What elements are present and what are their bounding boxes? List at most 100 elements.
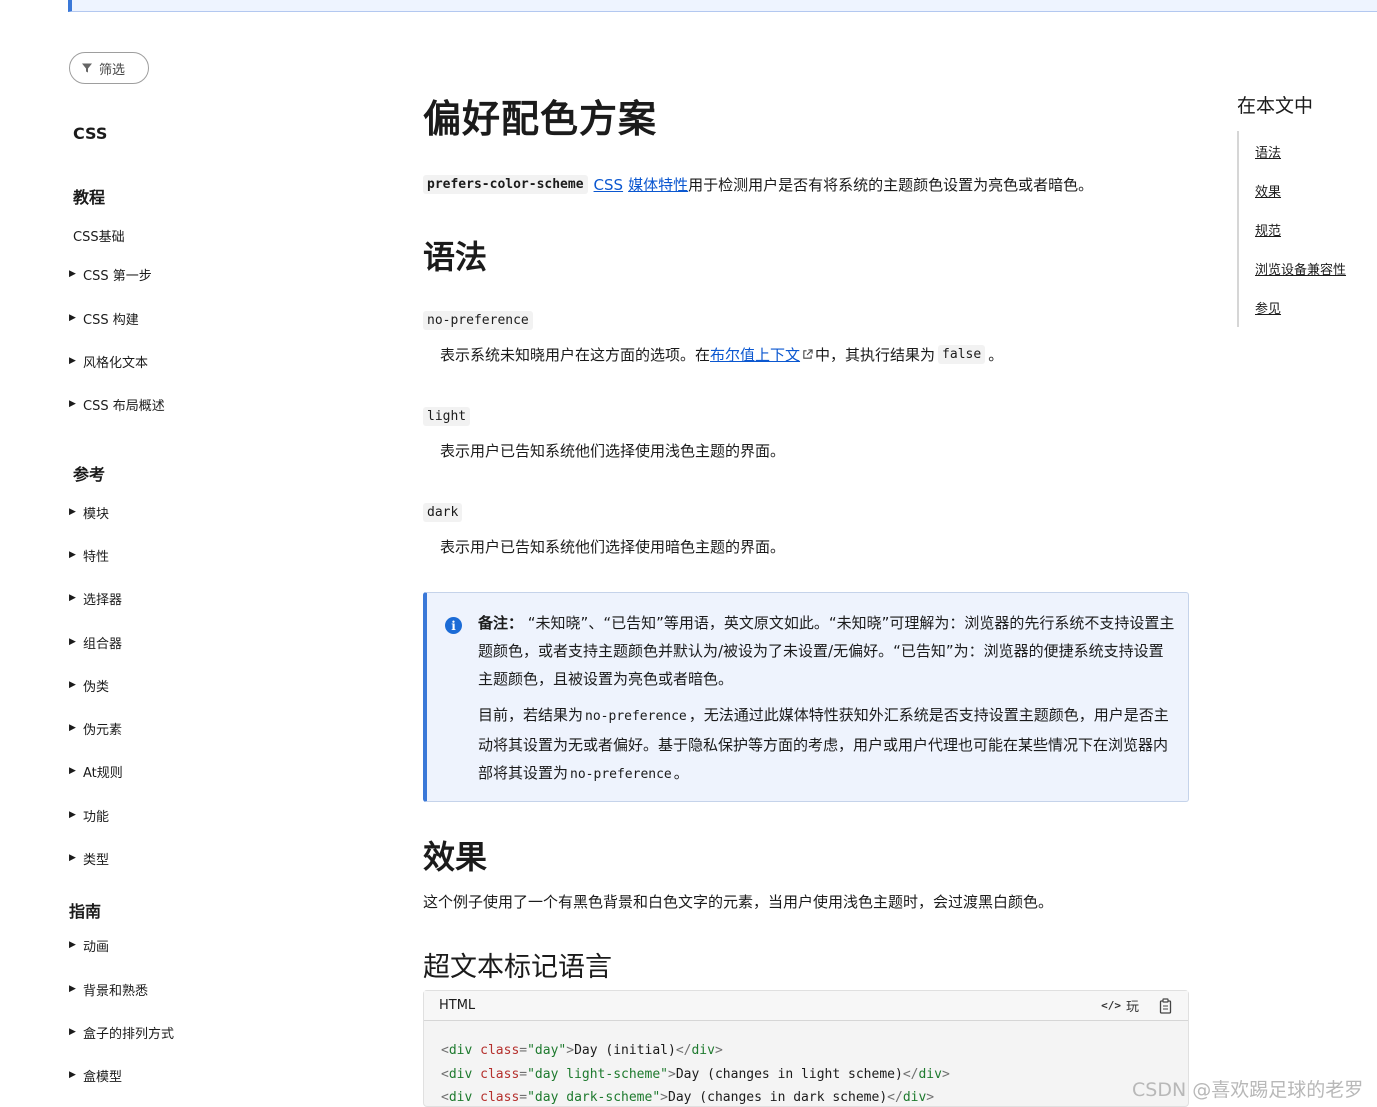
term-code: no-preference (423, 311, 533, 330)
toc-item-specifications[interactable]: 规范 (1255, 220, 1281, 239)
page-title: 偏好配色方案 (423, 97, 658, 141)
note-paragraph-1: 备注： “未知晓”、“已告知”等用语，英文原文如此。“未知晓”可理解为：浏览器的… (478, 609, 1178, 693)
code-example: HTML </> 玩 <div class="day">Day (initial)… (423, 990, 1189, 1107)
note-code: no-preference (570, 767, 672, 782)
code-body: <div class="day">Day (initial)</div> <div… (424, 1021, 1188, 1107)
sidebar-item-selectors[interactable]: ▶ 选择器 (69, 589, 123, 608)
effect-heading: 效果 (423, 838, 488, 876)
sidebar-item-combinators[interactable]: ▶ 组合器 (69, 633, 123, 652)
code-line: <div class="day light-scheme">Day (chang… (441, 1066, 950, 1082)
sidebar-item-pseudo-classes[interactable]: ▶ 伪类 (69, 676, 110, 695)
code-header: HTML </> 玩 (424, 991, 1188, 1021)
sidebar-item-animations[interactable]: ▶ 动画 (69, 936, 109, 955)
toc-item-see-also[interactable]: 参见 (1255, 298, 1281, 317)
sidebar-item-label: At规则 (83, 765, 123, 781)
syntax-heading: 语法 (423, 238, 488, 276)
expand-triangle-icon: ▶ (69, 356, 76, 366)
external-link-icon (803, 349, 813, 359)
toc-item-examples[interactable]: 效果 (1255, 181, 1281, 200)
expand-triangle-icon: ▶ (69, 507, 76, 517)
value-term-no-preference: no-preference (423, 309, 533, 330)
note-label: 备注： (478, 614, 524, 632)
copy-icon[interactable] (1159, 997, 1173, 1014)
intro-paragraph: prefers-color-scheme CSS 媒体特性 用于检测用户是否有将… (423, 174, 1093, 195)
play-label: 玩 (1125, 1000, 1139, 1015)
media-feature-link[interactable]: 媒体特性 (628, 174, 688, 195)
intro-text: 用于检测用户是否有将系统的主题颜色设置为亮色或者暗色。 (688, 176, 1094, 194)
sidebar-item-label: 特性 (83, 549, 110, 565)
filter-icon (82, 63, 92, 73)
code-language-label: HTML (439, 998, 476, 1013)
sidebar-item-styling-text[interactable]: ▶ 风格化文本 (69, 352, 149, 371)
sidebar-item-box-model[interactable]: ▶ 盒模型 (69, 1066, 123, 1085)
sidebar-heading-guides: 指南 (69, 902, 102, 921)
expand-triangle-icon: ▶ (69, 1070, 76, 1080)
expand-triangle-icon: ▶ (69, 399, 76, 409)
sidebar-item-label: 伪类 (83, 679, 110, 695)
expand-triangle-icon: ▶ (69, 593, 76, 603)
sidebar-item-label: 组合器 (83, 636, 123, 652)
sidebar-item-at-rules[interactable]: ▶ At规则 (69, 762, 123, 781)
toc-item-syntax[interactable]: 语法 (1255, 142, 1281, 161)
sidebar-item-label: 伪元素 (83, 722, 123, 738)
expand-triangle-icon: ▶ (69, 810, 76, 820)
expand-triangle-icon: ▶ (69, 313, 76, 323)
expand-triangle-icon: ▶ (69, 1027, 76, 1037)
desc-text: 。 (988, 346, 1004, 364)
expand-triangle-icon: ▶ (69, 940, 76, 950)
filter-button[interactable]: 筛选 (69, 52, 149, 84)
term-code: dark (423, 503, 463, 522)
expand-triangle-icon: ▶ (69, 680, 76, 690)
play-button[interactable]: </> 玩 (1101, 996, 1139, 1015)
effect-paragraph: 这个例子使用了一个有黑色背景和白色文字的元素，当用户使用浅色主题时，会过渡黑白颜… (423, 893, 1054, 911)
sidebar-item-pseudo-elements[interactable]: ▶ 伪元素 (69, 719, 123, 738)
note-text: 目前，若结果为 (478, 706, 584, 724)
toc-rule (1237, 131, 1239, 327)
sidebar-item-properties[interactable]: ▶ 特性 (69, 546, 110, 565)
sidebar-item-label: 功能 (83, 809, 110, 825)
note-code: no-preference (585, 709, 687, 724)
expand-triangle-icon: ▶ (69, 766, 76, 776)
code-icon: </> (1101, 999, 1121, 1012)
false-code: false (938, 345, 986, 364)
value-term-light: light (423, 405, 471, 426)
html-heading: 超文本标记语言 (423, 952, 612, 983)
sidebar-item-label: 选择器 (83, 592, 123, 608)
sidebar-heading-reference: 参考 (73, 465, 106, 484)
expand-triangle-icon: ▶ (69, 984, 76, 994)
desc-text: 表示系统未知晓用户在这方面的选项。在 (440, 346, 711, 364)
sidebar-item-css-basics[interactable]: CSS基础 (73, 226, 125, 245)
sidebar-item-label: 风格化文本 (83, 355, 149, 371)
info-icon: i (445, 617, 462, 634)
sidebar-item-backgrounds[interactable]: ▶ 背景和熟悉 (69, 980, 149, 999)
expand-triangle-icon: ▶ (69, 269, 76, 279)
sidebar-item-css-first-steps[interactable]: ▶ CSS 第一步 (69, 265, 152, 284)
css-link[interactable]: CSS (594, 176, 624, 194)
desc-text: 中，其执行结果为 (815, 346, 936, 364)
sidebar-item-label: CSS 布局概述 (83, 398, 165, 414)
code-line: <div class="day">Day (initial)</div> (441, 1043, 723, 1058)
toc-item-compatibility[interactable]: 浏览设备兼容性 (1255, 259, 1346, 278)
sidebar-heading-css[interactable]: CSS (73, 124, 107, 143)
expand-triangle-icon: ▶ (69, 723, 76, 733)
note-text: 。 (673, 764, 689, 782)
sidebar-item-css-building-blocks[interactable]: ▶ CSS 构建 (69, 309, 139, 328)
value-desc-dark: 表示用户已告知系统他们选择使用暗色主题的界面。 (440, 538, 786, 556)
expand-triangle-icon: ▶ (69, 550, 76, 560)
sidebar: 筛选 CSS 教程 CSS基础 ▶ CSS 第一步 ▶ CSS 构建 ▶ 风格化文本 … (0, 0, 330, 1107)
sidebar-heading-tutorial: 教程 (73, 188, 106, 207)
sidebar-item-types[interactable]: ▶ 类型 (69, 849, 109, 868)
sidebar-item-label: 盒子的排列方式 (83, 1026, 175, 1042)
sidebar-item-label: 盒模型 (83, 1069, 123, 1085)
sidebar-item-label: 背景和熟悉 (83, 983, 149, 999)
sidebar-item-label: CSS 构建 (83, 312, 139, 328)
feature-code: prefers-color-scheme (423, 175, 588, 194)
sidebar-item-functions[interactable]: ▶ 功能 (69, 806, 110, 825)
boolean-context-link[interactable]: 布尔值上下文 (710, 344, 800, 365)
sidebar-item-css-layout[interactable]: ▶ CSS 布局概述 (69, 395, 165, 414)
sidebar-item-box-alignment[interactable]: ▶ 盒子的排列方式 (69, 1023, 175, 1042)
sidebar-item-modules[interactable]: ▶ 模块 (69, 503, 109, 522)
filter-label: 筛选 (99, 62, 126, 78)
note-paragraph-2: 目前，若结果为 no-preference ，无法通过此媒体特性获知外汇系统是否支持… (478, 701, 1178, 789)
expand-triangle-icon: ▶ (69, 637, 76, 647)
